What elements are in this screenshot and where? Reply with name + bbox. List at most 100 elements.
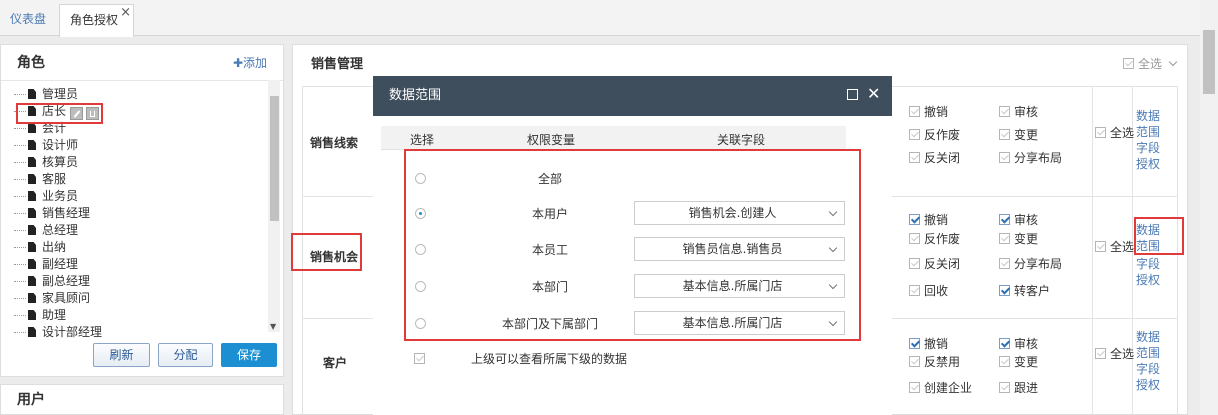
tab-dashboard[interactable]: 仪表盘 xyxy=(0,4,56,36)
checkbox[interactable] xyxy=(1095,348,1106,359)
permission-checkbox[interactable]: 撤销 xyxy=(909,103,948,120)
save-button[interactable]: 保存 xyxy=(221,343,277,367)
window-scrollbar-thumb[interactable] xyxy=(1203,30,1215,94)
tree-connector xyxy=(14,145,26,146)
permission-label: 撤销 xyxy=(924,105,949,119)
checkbox[interactable] xyxy=(909,338,920,349)
field-auth-link[interactable]: 字段授权 xyxy=(1136,256,1162,288)
checkbox[interactable] xyxy=(909,382,920,393)
module-label: 销售线索 xyxy=(310,136,359,150)
permission-checkbox[interactable]: 反关闭 xyxy=(909,255,960,272)
tab-role-auth[interactable]: 角色授权 × xyxy=(59,4,134,37)
checkbox[interactable] xyxy=(909,106,920,117)
select-all-cell[interactable]: 全选 xyxy=(1095,126,1134,141)
add-role-link[interactable]: ✚添加 xyxy=(233,45,267,81)
select-all-top[interactable]: 全选 xyxy=(1123,55,1178,72)
role-tree-item[interactable]: 出纳 xyxy=(14,239,66,256)
checkbox[interactable] xyxy=(999,382,1010,393)
checkbox[interactable] xyxy=(999,129,1010,140)
checkbox[interactable] xyxy=(1095,127,1106,138)
role-tree-item[interactable]: 销售经理 xyxy=(14,205,90,222)
permission-checkbox[interactable]: 跟进 xyxy=(999,379,1038,396)
permission-checkbox[interactable]: 反作废 xyxy=(909,230,960,247)
checkbox[interactable] xyxy=(999,258,1010,269)
permission-checkbox[interactable]: 变更 xyxy=(999,126,1038,143)
checkbox[interactable] xyxy=(909,356,920,367)
permission-label: 撤销 xyxy=(924,337,949,351)
data-range-link[interactable]: 数据范围 xyxy=(1136,329,1162,361)
maximize-icon[interactable] xyxy=(847,89,858,100)
field-auth-link[interactable]: 字段授权 xyxy=(1136,361,1162,393)
document-icon xyxy=(28,89,36,99)
role-tree-item[interactable]: 总经理 xyxy=(14,222,78,239)
checkbox[interactable] xyxy=(909,258,920,269)
permission-checkbox[interactable]: 变更 xyxy=(999,230,1038,247)
permission-checkbox[interactable]: 转客户 xyxy=(999,282,1050,299)
role-tree-item[interactable]: 管理员 xyxy=(14,86,78,103)
delete-icon[interactable] xyxy=(86,107,99,120)
permission-label: 反作废 xyxy=(924,128,961,142)
role-label: 管理员 xyxy=(42,87,79,101)
checkbox[interactable] xyxy=(909,233,920,244)
permission-checkbox[interactable]: 审核 xyxy=(999,211,1038,228)
role-tree-item[interactable]: 副总经理 xyxy=(14,273,90,290)
role-tree-item[interactable]: 设计部经理 xyxy=(14,324,102,341)
permission-label: 反关闭 xyxy=(924,257,961,271)
role-label: 核算员 xyxy=(42,155,79,169)
checkbox[interactable] xyxy=(999,214,1010,225)
tree-connector xyxy=(14,196,26,197)
role-tree-item[interactable]: 家具顾问 xyxy=(14,290,90,307)
scrollbar-thumb[interactable] xyxy=(270,96,279,221)
edit-icon[interactable] xyxy=(70,107,83,120)
role-tree-item[interactable]: 业务员 xyxy=(14,188,78,205)
checkbox[interactable] xyxy=(909,129,920,140)
checkbox[interactable] xyxy=(999,106,1010,117)
checkbox[interactable] xyxy=(999,152,1010,163)
role-tree-item[interactable]: 核算员 xyxy=(14,154,78,171)
permission-checkbox[interactable]: 分享布局 xyxy=(999,149,1062,166)
role-tree-item[interactable]: 副经理 xyxy=(14,256,78,273)
close-icon[interactable]: ✕ xyxy=(867,84,880,104)
permission-checkbox[interactable]: 反禁用 xyxy=(909,353,960,370)
role-tree-item[interactable]: 设计师 xyxy=(14,137,78,154)
checkbox[interactable] xyxy=(414,353,425,364)
permission-checkbox[interactable]: 反关闭 xyxy=(909,149,960,166)
permission-checkbox[interactable]: 撤销 xyxy=(909,335,948,352)
document-icon xyxy=(28,157,36,167)
column-variable: 权限变量 xyxy=(527,133,576,147)
checkbox[interactable] xyxy=(999,285,1010,296)
checkbox[interactable] xyxy=(999,233,1010,244)
permission-checkbox[interactable]: 创建企业 xyxy=(909,379,972,396)
assign-button[interactable]: 分配 xyxy=(158,343,213,367)
role-tree-item[interactable]: 客服 xyxy=(14,171,66,188)
checkbox[interactable] xyxy=(1123,58,1134,69)
select-all-cell[interactable]: 全选 xyxy=(1095,347,1134,362)
data-range-link[interactable]: 数据范围 xyxy=(1136,108,1162,140)
checkbox[interactable] xyxy=(999,356,1010,367)
permission-checkbox[interactable]: 回收 xyxy=(909,282,948,299)
scroll-down-icon[interactable]: ▼ xyxy=(270,322,276,331)
close-icon[interactable]: × xyxy=(120,6,131,19)
footer-checkbox[interactable] xyxy=(414,352,429,366)
document-icon xyxy=(28,259,36,269)
permission-checkbox[interactable]: 撤销 xyxy=(909,211,948,228)
tree-connector xyxy=(14,230,26,231)
permission-checkbox[interactable]: 反作废 xyxy=(909,126,960,143)
permission-checkbox[interactable]: 审核 xyxy=(999,335,1038,352)
checkbox[interactable] xyxy=(909,152,920,163)
checkbox[interactable] xyxy=(1095,241,1106,252)
refresh-button[interactable]: 刷新 xyxy=(93,343,150,367)
role-tree-item[interactable]: 助理 xyxy=(14,307,66,324)
document-icon xyxy=(28,310,36,320)
permission-checkbox[interactable]: 分享布局 xyxy=(999,255,1062,272)
tree-connector xyxy=(14,128,26,129)
checkbox[interactable] xyxy=(909,285,920,296)
chevron-down-icon[interactable] xyxy=(1168,57,1178,67)
checkbox[interactable] xyxy=(909,214,920,225)
permission-checkbox[interactable]: 审核 xyxy=(999,103,1038,120)
checkbox[interactable] xyxy=(999,338,1010,349)
permission-checkbox[interactable]: 变更 xyxy=(999,353,1038,370)
field-auth-link[interactable]: 字段授权 xyxy=(1136,140,1162,172)
select-all-cell[interactable]: 全选 xyxy=(1095,240,1134,255)
role-label: 总经理 xyxy=(42,223,79,237)
